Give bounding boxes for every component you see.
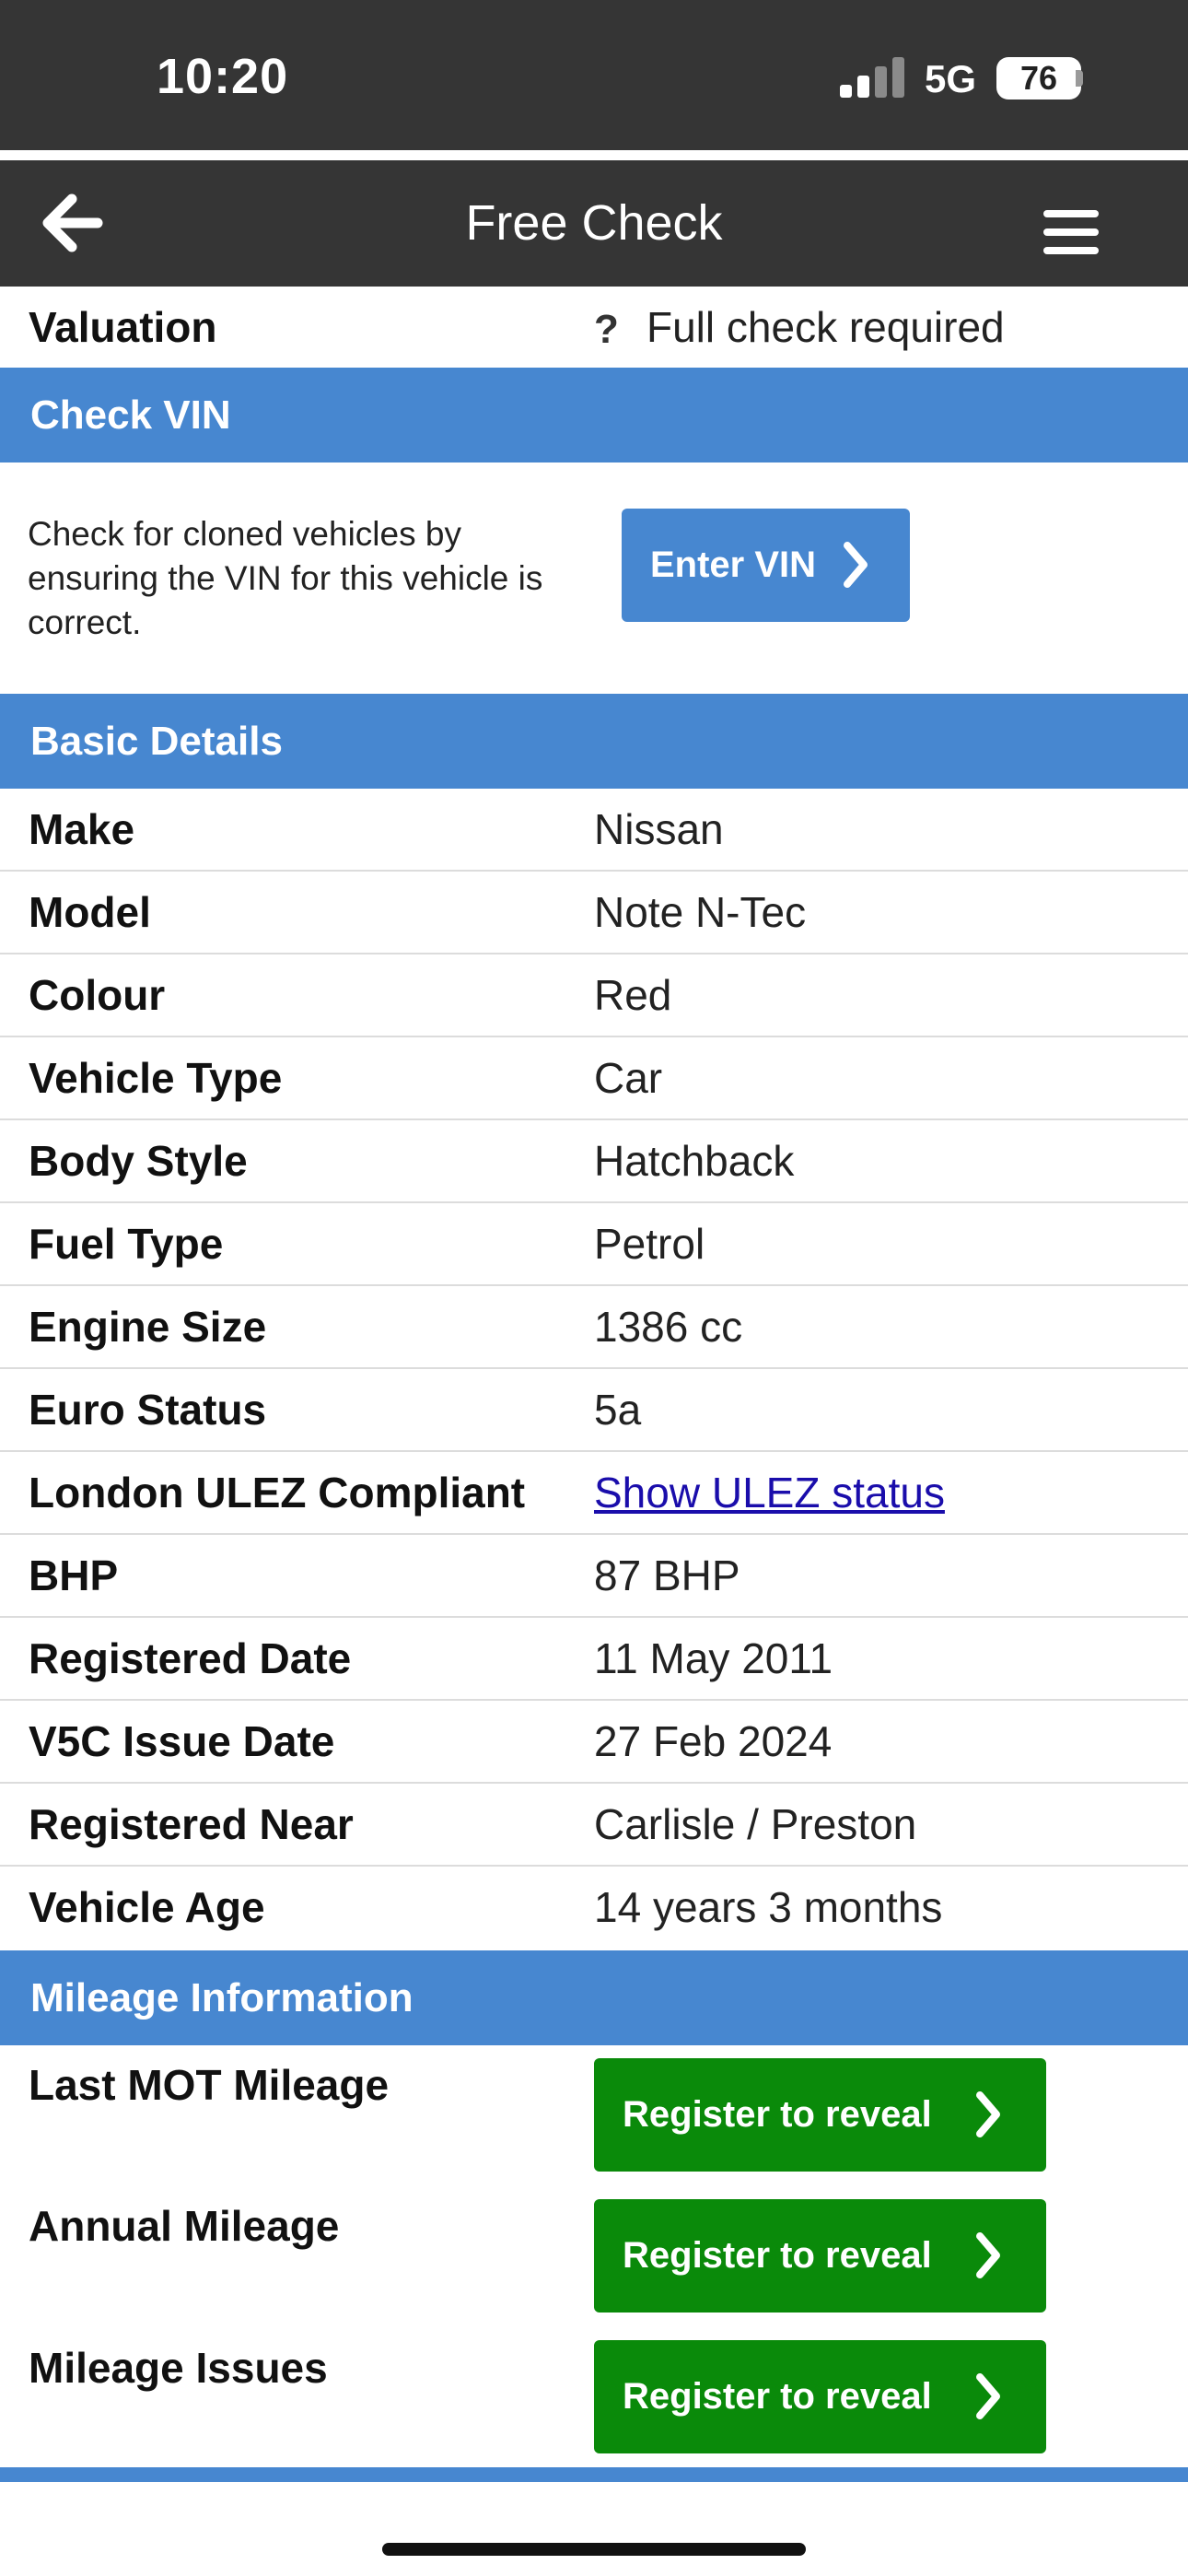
detail-row-colour: Colour Red: [0, 954, 1188, 1037]
detail-label: London ULEZ Compliant: [29, 1469, 526, 1516]
cellular-signal-icon: [840, 57, 904, 98]
register-button-label: Register to reveal: [623, 2094, 932, 2135]
enter-vin-label: Enter VIN: [650, 544, 817, 585]
register-to-reveal-button[interactable]: Register to reveal: [594, 2058, 1046, 2172]
detail-value: Carlisle / Preston: [594, 1800, 917, 1848]
show-ulez-status-link[interactable]: Show ULEZ status: [594, 1452, 945, 1533]
detail-label: Vehicle Type: [29, 1054, 283, 1102]
detail-value: 14 years 3 months: [594, 1883, 943, 1931]
mileage-label-annual: Annual Mileage: [29, 2202, 340, 2250]
question-mark-icon[interactable]: ?: [594, 309, 625, 351]
detail-row-vehicle-type: Vehicle Type Car: [0, 1037, 1188, 1120]
chevron-right-icon: [844, 542, 868, 588]
detail-value: Petrol: [594, 1220, 705, 1268]
detail-row-registered-date: Registered Date 11 May 2011: [0, 1618, 1188, 1701]
detail-row-model: Model Note N-Tec: [0, 872, 1188, 954]
detail-value: 11 May 2011: [594, 1634, 833, 1682]
detail-row-euro-status: Euro Status 5a: [0, 1369, 1188, 1452]
hamburger-menu-icon[interactable]: [1043, 210, 1099, 254]
detail-value: 1386 cc: [594, 1303, 743, 1351]
mileage-information-header: Mileage Information: [0, 1950, 1188, 2045]
detail-row-registered-near: Registered Near Carlisle / Preston: [0, 1784, 1188, 1867]
detail-row-body-style: Body Style Hatchback: [0, 1120, 1188, 1203]
chevron-right-icon: [976, 2232, 1000, 2278]
section-divider: [0, 2467, 1188, 2482]
register-button-label: Register to reveal: [623, 2376, 932, 2417]
status-bar: 10:20 5G 76: [0, 0, 1188, 150]
detail-value: Nissan: [594, 805, 724, 853]
valuation-value: Full check required: [646, 303, 1005, 351]
detail-label: Make: [29, 805, 135, 853]
detail-label: BHP: [29, 1551, 119, 1599]
page-title: Free Check: [465, 195, 723, 251]
mileage-label-last-mot: Last MOT Mileage: [29, 2061, 390, 2109]
detail-row-fuel-type: Fuel Type Petrol: [0, 1203, 1188, 1286]
detail-label: Fuel Type: [29, 1220, 224, 1268]
detail-row-vehicle-age: Vehicle Age 14 years 3 months: [0, 1867, 1188, 1950]
detail-row-engine-size: Engine Size 1386 cc: [0, 1286, 1188, 1369]
register-to-reveal-button[interactable]: Register to reveal: [594, 2199, 1046, 2313]
section-title: Check VIN: [30, 392, 231, 438]
detail-row-ulez: London ULEZ Compliant Show ULEZ status: [0, 1452, 1188, 1535]
detail-label: V5C Issue Date: [29, 1717, 335, 1765]
valuation-row: Valuation ? Full check required: [0, 287, 1188, 369]
detail-value: Car: [594, 1054, 663, 1102]
detail-label: Colour: [29, 971, 166, 1019]
detail-value: Red: [594, 971, 672, 1019]
mileage-label-issues: Mileage Issues: [29, 2344, 328, 2392]
basic-details-header: Basic Details: [0, 694, 1188, 789]
detail-label: Registered Near: [29, 1800, 354, 1848]
chevron-right-icon: [976, 2373, 1000, 2419]
detail-value: Note N-Tec: [594, 888, 807, 936]
register-to-reveal-button[interactable]: Register to reveal: [594, 2340, 1046, 2453]
enter-vin-button[interactable]: Enter VIN: [622, 509, 910, 622]
detail-value: Hatchback: [594, 1137, 795, 1185]
home-indicator[interactable]: [382, 2543, 806, 2556]
detail-value: 27 Feb 2024: [594, 1717, 833, 1765]
section-title: Basic Details: [30, 719, 283, 764]
valuation-label: Valuation: [29, 303, 217, 351]
detail-label: Registered Date: [29, 1634, 352, 1682]
battery-cap: [1076, 70, 1083, 87]
check-vin-header: Check VIN: [0, 368, 1188, 463]
detail-label: Engine Size: [29, 1303, 267, 1351]
detail-value: 5a: [594, 1386, 642, 1434]
register-button-label: Register to reveal: [623, 2235, 932, 2276]
section-title: Mileage Information: [30, 1975, 413, 2020]
detail-row-make: Make Nissan: [0, 789, 1188, 872]
network-type: 5G: [925, 57, 977, 100]
chevron-right-icon: [976, 2091, 1000, 2137]
detail-label: Model: [29, 888, 151, 936]
detail-label: Euro Status: [29, 1386, 267, 1434]
battery-icon: 76: [996, 57, 1081, 100]
detail-label: Body Style: [29, 1137, 248, 1185]
detail-label: Vehicle Age: [29, 1883, 265, 1931]
nav-bar: Free Check: [0, 160, 1188, 287]
detail-value: 87 BHP: [594, 1551, 740, 1599]
detail-row-v5c-issue-date: V5C Issue Date 27 Feb 2024: [0, 1701, 1188, 1784]
status-time: 10:20: [157, 49, 289, 104]
vin-description: Check for cloned vehicles by ensuring th…: [28, 515, 543, 641]
divider-strip: [0, 150, 1188, 160]
detail-row-bhp: BHP 87 BHP: [0, 1535, 1188, 1618]
